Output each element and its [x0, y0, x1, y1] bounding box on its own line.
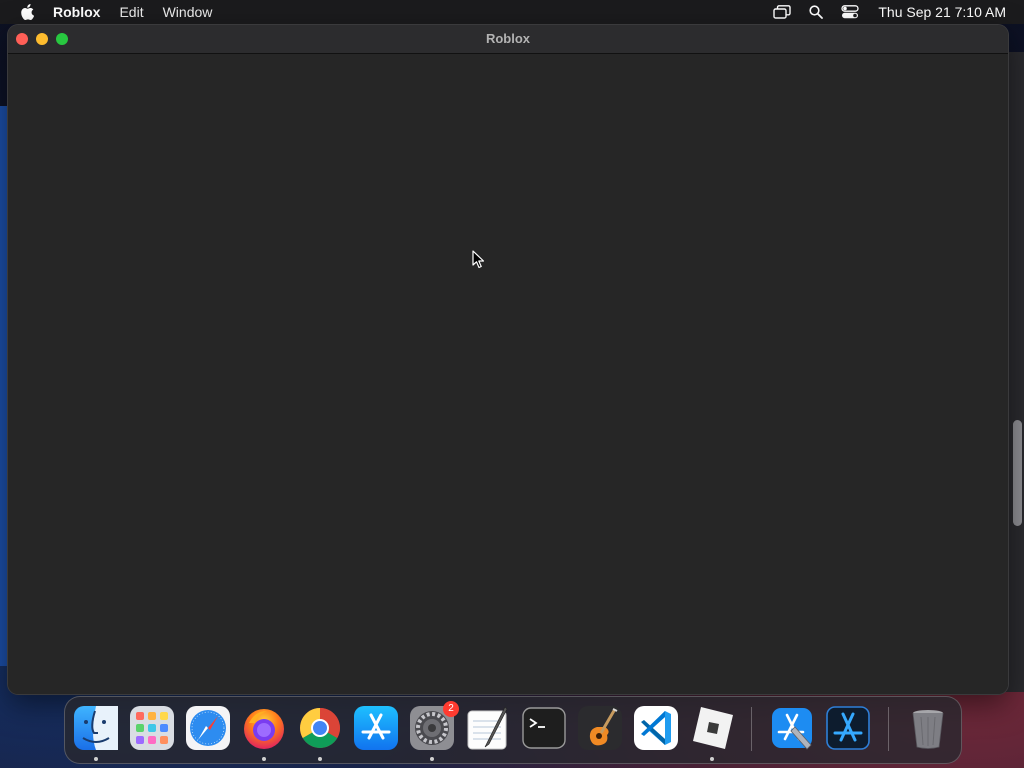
- apple-menu-icon[interactable]: [19, 4, 35, 20]
- menu-edit[interactable]: Edit: [119, 4, 143, 20]
- firefox-running-indicator: [262, 757, 266, 761]
- window-titlebar[interactable]: Roblox: [8, 25, 1008, 54]
- firefox-icon[interactable]: [241, 705, 287, 751]
- safari-icon[interactable]: [185, 705, 231, 751]
- menu-window[interactable]: Window: [163, 4, 213, 20]
- finder-running-indicator: [94, 757, 98, 761]
- chrome-running-indicator: [318, 757, 322, 761]
- window-title: Roblox: [485, 31, 531, 46]
- notification-badge: 2: [443, 701, 459, 717]
- roblox-running-indicator: [710, 757, 714, 761]
- system-preferences-running-indicator: [430, 757, 434, 761]
- menu-bar-clock[interactable]: Thu Sep 21 7:10 AM: [878, 4, 1006, 20]
- textedit-icon[interactable]: [465, 705, 511, 751]
- instruments-icon[interactable]: [825, 705, 871, 751]
- dock: 2: [64, 696, 962, 764]
- launchpad-icon[interactable]: [129, 705, 175, 751]
- dock-separator: [751, 707, 752, 751]
- spotlight-search-icon[interactable]: [806, 4, 826, 20]
- roblox-icon[interactable]: [689, 705, 735, 751]
- dock-separator-trash: [888, 707, 889, 751]
- menu-app-name[interactable]: Roblox: [53, 4, 100, 20]
- window-content[interactable]: [8, 54, 1008, 694]
- mouse-cursor-icon: [472, 250, 485, 269]
- terminal-icon[interactable]: [521, 705, 567, 751]
- menu-bar: Roblox Edit Window Thu Sep 21 7:10 AM: [0, 0, 1024, 24]
- control-center-icon[interactable]: [840, 4, 860, 20]
- garageband-icon[interactable]: [577, 705, 623, 751]
- finder-icon[interactable]: [73, 705, 119, 751]
- system-preferences-icon[interactable]: 2: [409, 701, 459, 751]
- roblox-window: Roblox: [8, 25, 1008, 694]
- xcode-icon[interactable]: [769, 705, 815, 751]
- app-store-icon[interactable]: [353, 705, 399, 751]
- trash-icon[interactable]: [905, 705, 951, 751]
- screen-mirroring-icon[interactable]: [772, 4, 792, 20]
- background-scrollbar[interactable]: [1013, 420, 1022, 526]
- menu-bar-status-area: Thu Sep 21 7:10 AM: [772, 0, 1024, 24]
- vscode-icon[interactable]: [633, 705, 679, 751]
- chrome-icon[interactable]: [297, 705, 343, 751]
